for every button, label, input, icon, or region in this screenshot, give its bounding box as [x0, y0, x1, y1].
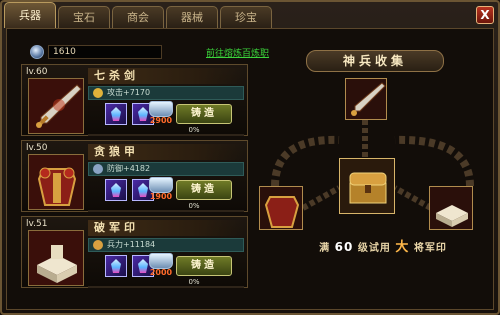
item-level: lv.51 — [26, 219, 48, 229]
bonus-mid: 级试用 — [357, 243, 391, 254]
silver-ingot-icon — [149, 253, 173, 269]
close-button[interactable]: X — [476, 6, 494, 24]
item-stat: 攻击+7170 — [88, 86, 244, 100]
tab-weapons[interactable]: 兵器 — [4, 2, 56, 28]
bonus-level: 60 — [334, 240, 354, 254]
seal-icon[interactable] — [28, 230, 84, 286]
cost-badge: 1900 — [146, 177, 176, 205]
item-stat-text: 防御+4182 — [107, 164, 151, 173]
collection-title: 神兵收集 — [306, 50, 444, 72]
cost-value: 2000 — [149, 268, 173, 277]
cost-value: 1900 — [149, 192, 173, 201]
treasure-chest-icon[interactable] — [339, 158, 395, 214]
forge-button[interactable]: 铸造 — [176, 256, 232, 276]
progress-bar — [88, 134, 244, 136]
item-name: 贪狼甲 — [88, 144, 244, 160]
progress-text: 0% — [188, 202, 200, 210]
tab-machinery[interactable]: 器械 — [166, 6, 218, 28]
item-level: lv.50 — [26, 143, 48, 153]
troops-icon — [93, 240, 103, 250]
forge-button[interactable]: 铸造 — [176, 104, 232, 124]
progress-text: 0% — [188, 278, 200, 286]
item-name: 破军印 — [88, 220, 244, 236]
item-stat: 防御+4182 — [88, 162, 244, 176]
forge-button[interactable]: 铸造 — [176, 180, 232, 200]
item-card-armor: lv.50 贪狼甲 防御+4182 1900 铸造 0% — [21, 140, 248, 212]
progress-bar — [88, 210, 244, 212]
item-level: lv.60 — [26, 67, 48, 77]
tab-bar: 兵器 宝石 商会 器械 珍宝 — [4, 2, 272, 28]
bonus-prefix: 满 — [319, 243, 331, 254]
currency-value: 1610 — [48, 45, 162, 59]
currency-bar: 1610 前往熔炼百炼职 — [30, 45, 298, 61]
item-name: 七杀剑 — [88, 68, 244, 84]
item-stat: 兵力+11184 — [88, 238, 244, 252]
item-card-seal: lv.51 破军印 兵力+11184 2000 铸造 0% — [21, 216, 248, 288]
progress-bar — [88, 286, 244, 288]
collection-armor-icon[interactable] — [259, 186, 303, 230]
sword-icon[interactable] — [28, 78, 84, 134]
gem-slot[interactable] — [105, 103, 127, 125]
cost-value: 2900 — [149, 116, 173, 125]
tab-guild[interactable]: 商会 — [112, 6, 164, 28]
collection-sword-icon[interactable] — [345, 78, 387, 120]
gem-slot[interactable] — [105, 255, 127, 277]
defense-icon — [93, 164, 103, 174]
tab-gems[interactable]: 宝石 — [58, 6, 110, 28]
collection-diagram — [255, 78, 490, 253]
item-stat-text: 兵力+11184 — [107, 240, 156, 249]
item-stat-text: 攻击+7170 — [107, 88, 151, 97]
attack-icon — [93, 88, 103, 98]
silver-ingot-icon — [149, 177, 173, 193]
cost-badge: 2000 — [146, 253, 176, 281]
bonus-suffix: 将军印 — [413, 243, 447, 254]
bonus-big: 大 — [395, 240, 410, 255]
tab-treasures[interactable]: 珍宝 — [220, 6, 272, 28]
collection-bonus: 满 60 级试用 大 将军印 — [296, 238, 470, 256]
collection-seal-icon[interactable] — [429, 186, 473, 230]
silver-ingot-icon — [149, 101, 173, 117]
currency-icon — [30, 45, 44, 59]
cost-badge: 2900 — [146, 101, 176, 129]
refine-link[interactable]: 前往熔炼百炼职 — [206, 46, 269, 59]
gem-slot[interactable] — [105, 179, 127, 201]
progress-text: 0% — [188, 126, 200, 134]
armor-icon[interactable] — [28, 154, 84, 210]
item-card-sword: lv.60 七杀剑 攻击+7170 2900 铸造 0% — [21, 64, 248, 136]
